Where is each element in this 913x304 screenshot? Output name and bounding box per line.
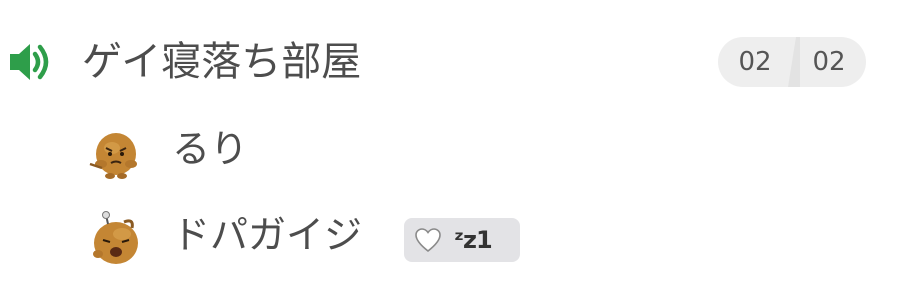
member-name: ドパガイジ: [172, 213, 363, 257]
custom-status-badge: ᶻz1: [404, 218, 520, 262]
white-heart-icon: [415, 228, 441, 253]
voice-member-row[interactable]: ドパガイジ ᶻz1: [0, 204, 913, 270]
status-text: ᶻz1: [454, 226, 493, 254]
potato-character-avatar: [89, 133, 137, 179]
current-user-count: 02: [738, 47, 772, 77]
potato-character-baby-avatar: [93, 211, 138, 264]
voice-channel-header[interactable]: ゲイ寝落ち部屋 02 02: [0, 22, 913, 102]
user-limit-count: 02: [812, 47, 846, 77]
speaker-icon: [10, 44, 49, 80]
user-count-pill: 02 02: [718, 37, 866, 87]
member-name: るり: [172, 127, 249, 171]
voice-member-row[interactable]: るり: [0, 118, 913, 184]
channel-name: ゲイ寝落ち部屋: [82, 39, 362, 85]
